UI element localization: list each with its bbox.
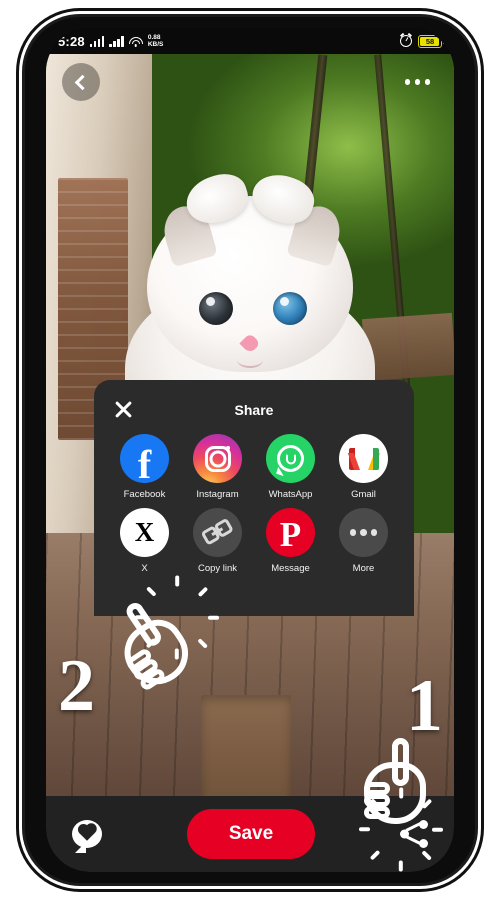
share-option-label: WhatsApp [268, 489, 313, 500]
status-bar-right: 58 [400, 34, 445, 48]
more-dots-icon [339, 508, 388, 557]
pinterest-icon: P [266, 508, 315, 557]
share-sheet-header: Share [108, 394, 400, 426]
gmail-icon [339, 434, 388, 483]
status-bar-left: 5:28 0.88 KB/S [58, 34, 400, 49]
share-option-label: Instagram [196, 489, 239, 500]
share-sheet: Share f Facebook Instagram WhatsApp Gmai… [94, 380, 414, 616]
share-option-label: Message [271, 563, 310, 574]
cat-eye-right [273, 292, 307, 325]
back-button[interactable] [62, 63, 100, 101]
three-dots-menu-icon [404, 79, 410, 85]
cat-nose [239, 332, 261, 355]
status-bar: 5:28 0.88 KB/S 58 [46, 28, 454, 54]
share-app-grid: f Facebook Instagram WhatsApp Gmail X X … [108, 434, 400, 574]
facebook-icon: f [120, 434, 169, 483]
network-speed: 0.88 KB/S [148, 34, 164, 48]
cat-bow [180, 167, 320, 231]
share-option-instagram[interactable]: Instagram [181, 434, 254, 500]
step-number-2: 2 [58, 645, 95, 727]
whatsapp-icon [266, 434, 315, 483]
share-option-facebook[interactable]: f Facebook [108, 434, 181, 500]
share-option-label: Gmail [351, 489, 376, 500]
share-option-label: More [352, 563, 375, 574]
top-navigation [46, 54, 454, 110]
cat-mouth [237, 352, 263, 368]
network-speed-value: 0.88 [147, 34, 161, 41]
battery-percent: 58 [425, 36, 435, 46]
share-option-message[interactable]: P Message [254, 508, 327, 574]
copy-link-button[interactable]: Copy link [181, 508, 254, 574]
heart-speech-bubble-icon[interactable] [72, 820, 102, 848]
save-button[interactable]: Save [186, 809, 316, 859]
instagram-icon [193, 434, 242, 483]
share-sheet-title: Share [234, 402, 274, 418]
share-option-whatsapp[interactable]: WhatsApp [254, 434, 327, 500]
signal-bars-sim2-icon [109, 35, 124, 47]
share-option-x[interactable]: X X [108, 508, 181, 574]
cat-eye-left [199, 292, 233, 325]
tap-hand-icon-step-1 [356, 736, 440, 832]
screenshot-stage: 5:28 0.88 KB/S 58 Share f Facebook Insta… [0, 0, 500, 900]
close-x-icon[interactable] [112, 398, 134, 420]
alarm-icon [400, 35, 412, 47]
x-twitter-icon: X [120, 508, 169, 557]
wifi-icon [128, 36, 143, 47]
chevron-left-icon [74, 74, 91, 90]
signal-bars-sim1-icon [89, 35, 105, 47]
status-time: 5:28 [58, 33, 85, 49]
share-option-label: Facebook [123, 489, 166, 500]
share-option-label: X [141, 563, 148, 574]
share-option-gmail[interactable]: Gmail [327, 434, 400, 500]
link-chain-icon [193, 508, 242, 557]
network-speed-unit: KB/S [147, 41, 164, 48]
battery-icon: 58 [418, 34, 445, 48]
share-option-more[interactable]: More [327, 508, 400, 574]
more-options-button[interactable] [397, 71, 439, 93]
